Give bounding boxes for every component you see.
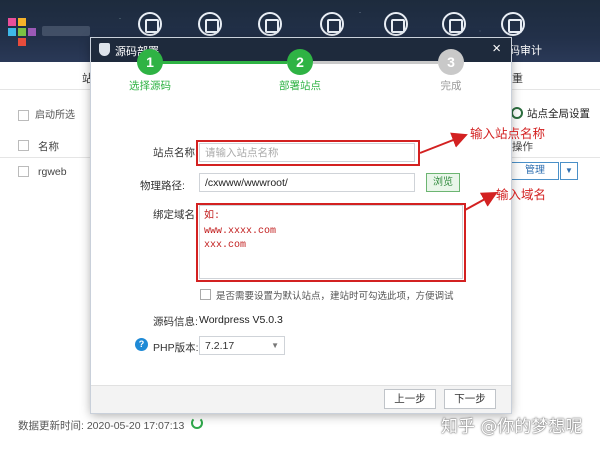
annotation-domain: 输入域名 xyxy=(496,188,547,202)
watermark: 知乎 @你的梦想呢 xyxy=(441,417,583,437)
annotation-site-name: 输入站点名称 xyxy=(470,127,546,141)
annotation-arrows xyxy=(419,132,498,211)
